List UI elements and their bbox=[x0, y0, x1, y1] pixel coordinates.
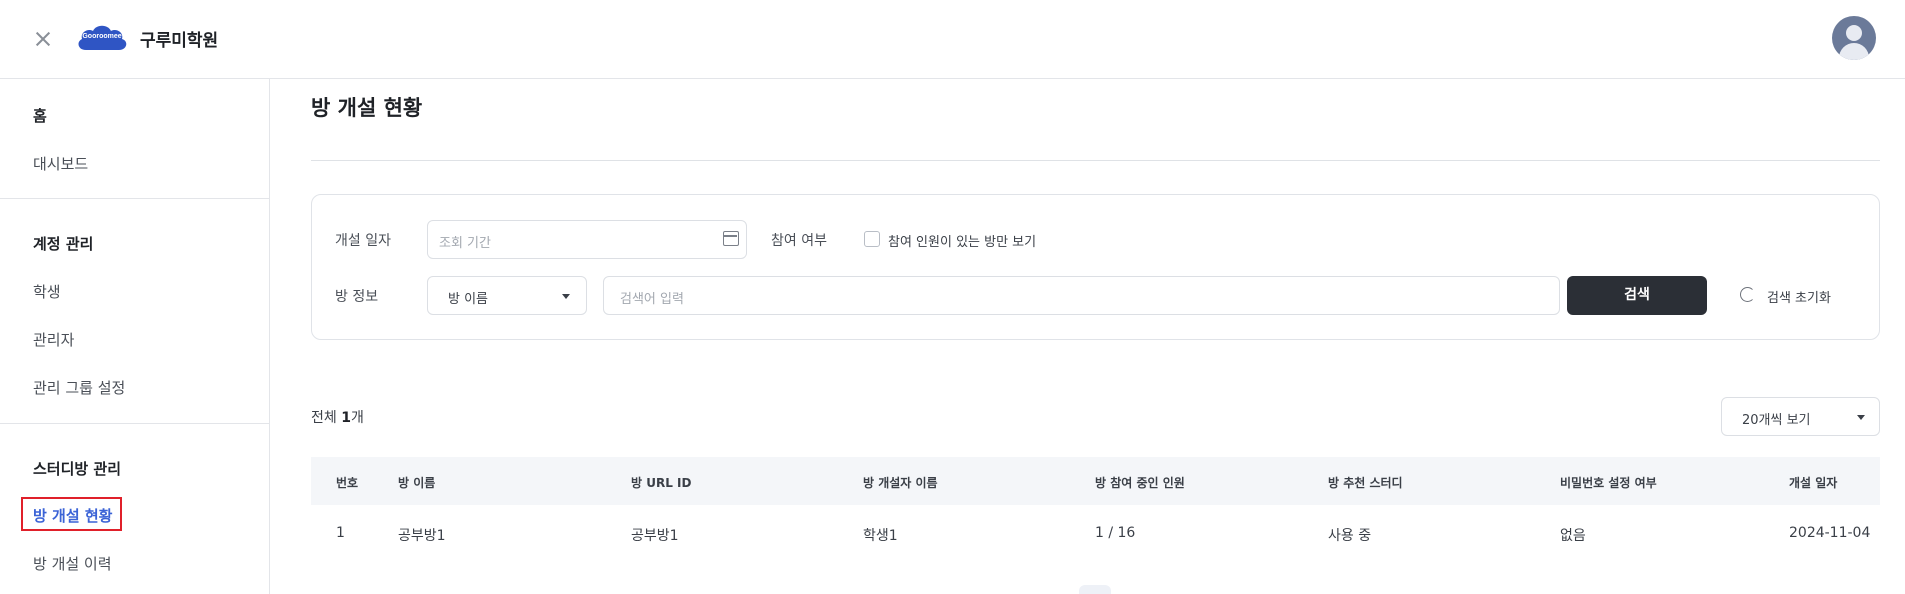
pagination-current-page[interactable] bbox=[1079, 585, 1111, 594]
sidebar-item-admins[interactable]: 관리자 bbox=[33, 329, 74, 350]
search-input[interactable]: 검색어 입력 bbox=[603, 276, 1560, 315]
close-icon[interactable] bbox=[32, 28, 54, 50]
column-header[interactable]: 개설 일자 bbox=[1789, 474, 1837, 491]
cell-creator: 학생1 bbox=[863, 528, 898, 544]
reset-search-label: 검색 초기화 bbox=[1767, 291, 1831, 306]
sidebar-heading-home[interactable]: 홈 bbox=[33, 105, 47, 126]
top-bar: Gooroomee 구루미학원 bbox=[0, 0, 1905, 79]
sidebar-heading-account: 계정 관리 bbox=[33, 235, 94, 253]
academy-name: 구루미학원 bbox=[140, 31, 219, 51]
per-page-value: 20개씩 보기 bbox=[1742, 413, 1811, 428]
participation-checkbox[interactable] bbox=[864, 231, 880, 247]
sidebar-item-admin-group[interactable]: 관리 그룹 설정 bbox=[33, 377, 125, 398]
chevron-down-icon bbox=[1857, 415, 1865, 420]
refresh-icon bbox=[1740, 287, 1755, 302]
per-page-select[interactable]: 20개씩 보기 bbox=[1721, 397, 1880, 436]
sidebar-divider bbox=[0, 198, 269, 199]
date-range-input[interactable]: 조회 기간 bbox=[427, 220, 747, 259]
column-header[interactable]: 번호 bbox=[336, 474, 358, 491]
column-header[interactable]: 방 URL ID bbox=[631, 474, 691, 491]
total-suffix: 개 bbox=[350, 410, 364, 426]
cell-password: 없음 bbox=[1560, 528, 1586, 544]
room-field-select-value: 방 이름 bbox=[448, 292, 489, 307]
cell-room-url-id: 공부방1 bbox=[631, 528, 679, 544]
total-count: 전체 1개 bbox=[311, 407, 364, 427]
column-header[interactable]: 비밀번호 설정 여부 bbox=[1560, 474, 1657, 491]
chevron-down-icon bbox=[562, 294, 570, 299]
total-number: 1 bbox=[341, 410, 351, 426]
column-header[interactable]: 방 참여 중인 인원 bbox=[1095, 474, 1185, 491]
participation-label: 참여 여부 bbox=[771, 233, 827, 249]
column-header[interactable]: 방 추천 스터디 bbox=[1328, 474, 1403, 491]
academy-logo: Gooroomee bbox=[74, 20, 130, 56]
sidebar-heading-study-room: 스터디방 관리 bbox=[33, 460, 122, 478]
column-header[interactable]: 방 개설자 이름 bbox=[863, 474, 938, 491]
cell-number: 1 bbox=[336, 525, 345, 541]
sidebar-item-dashboard[interactable]: 대시보드 bbox=[33, 153, 88, 174]
user-avatar-icon[interactable] bbox=[1832, 16, 1876, 60]
filter-panel bbox=[311, 194, 1880, 340]
title-divider bbox=[311, 160, 1880, 161]
cell-created-date: 2024-11-04 bbox=[1789, 525, 1871, 541]
page-title: 방 개설 현황 bbox=[311, 96, 423, 120]
cell-room-name[interactable]: 공부방1 bbox=[398, 525, 446, 545]
total-prefix: 전체 bbox=[311, 410, 342, 426]
column-header[interactable]: 방 이름 bbox=[398, 474, 435, 491]
search-button[interactable]: 검색 bbox=[1567, 276, 1707, 315]
room-info-label: 방 정보 bbox=[335, 289, 379, 305]
sidebar-divider bbox=[0, 423, 269, 424]
active-item-highlight bbox=[21, 497, 122, 531]
participation-checkbox-label[interactable]: 참여 인원이 있는 방만 보기 bbox=[888, 231, 1036, 250]
sidebar-item-students[interactable]: 학생 bbox=[33, 281, 61, 302]
sidebar-item-room-history[interactable]: 방 개설 이력 bbox=[33, 553, 112, 574]
logo-wordmark: Gooroomee bbox=[82, 33, 122, 40]
calendar-icon[interactable] bbox=[723, 231, 739, 246]
table-row[interactable]: 1 공부방1 공부방1 학생1 1 / 16 사용 중 없음 2024-11-0… bbox=[311, 505, 1880, 561]
table-header: 번호 방 이름 방 URL ID 방 개설자 이름 방 참여 중인 인원 방 추… bbox=[311, 457, 1880, 505]
date-label: 개설 일자 bbox=[335, 233, 391, 249]
cell-participants: 1 / 16 bbox=[1095, 525, 1136, 541]
cell-recommended-study: 사용 중 bbox=[1328, 528, 1372, 544]
room-field-select[interactable]: 방 이름 bbox=[427, 276, 587, 315]
